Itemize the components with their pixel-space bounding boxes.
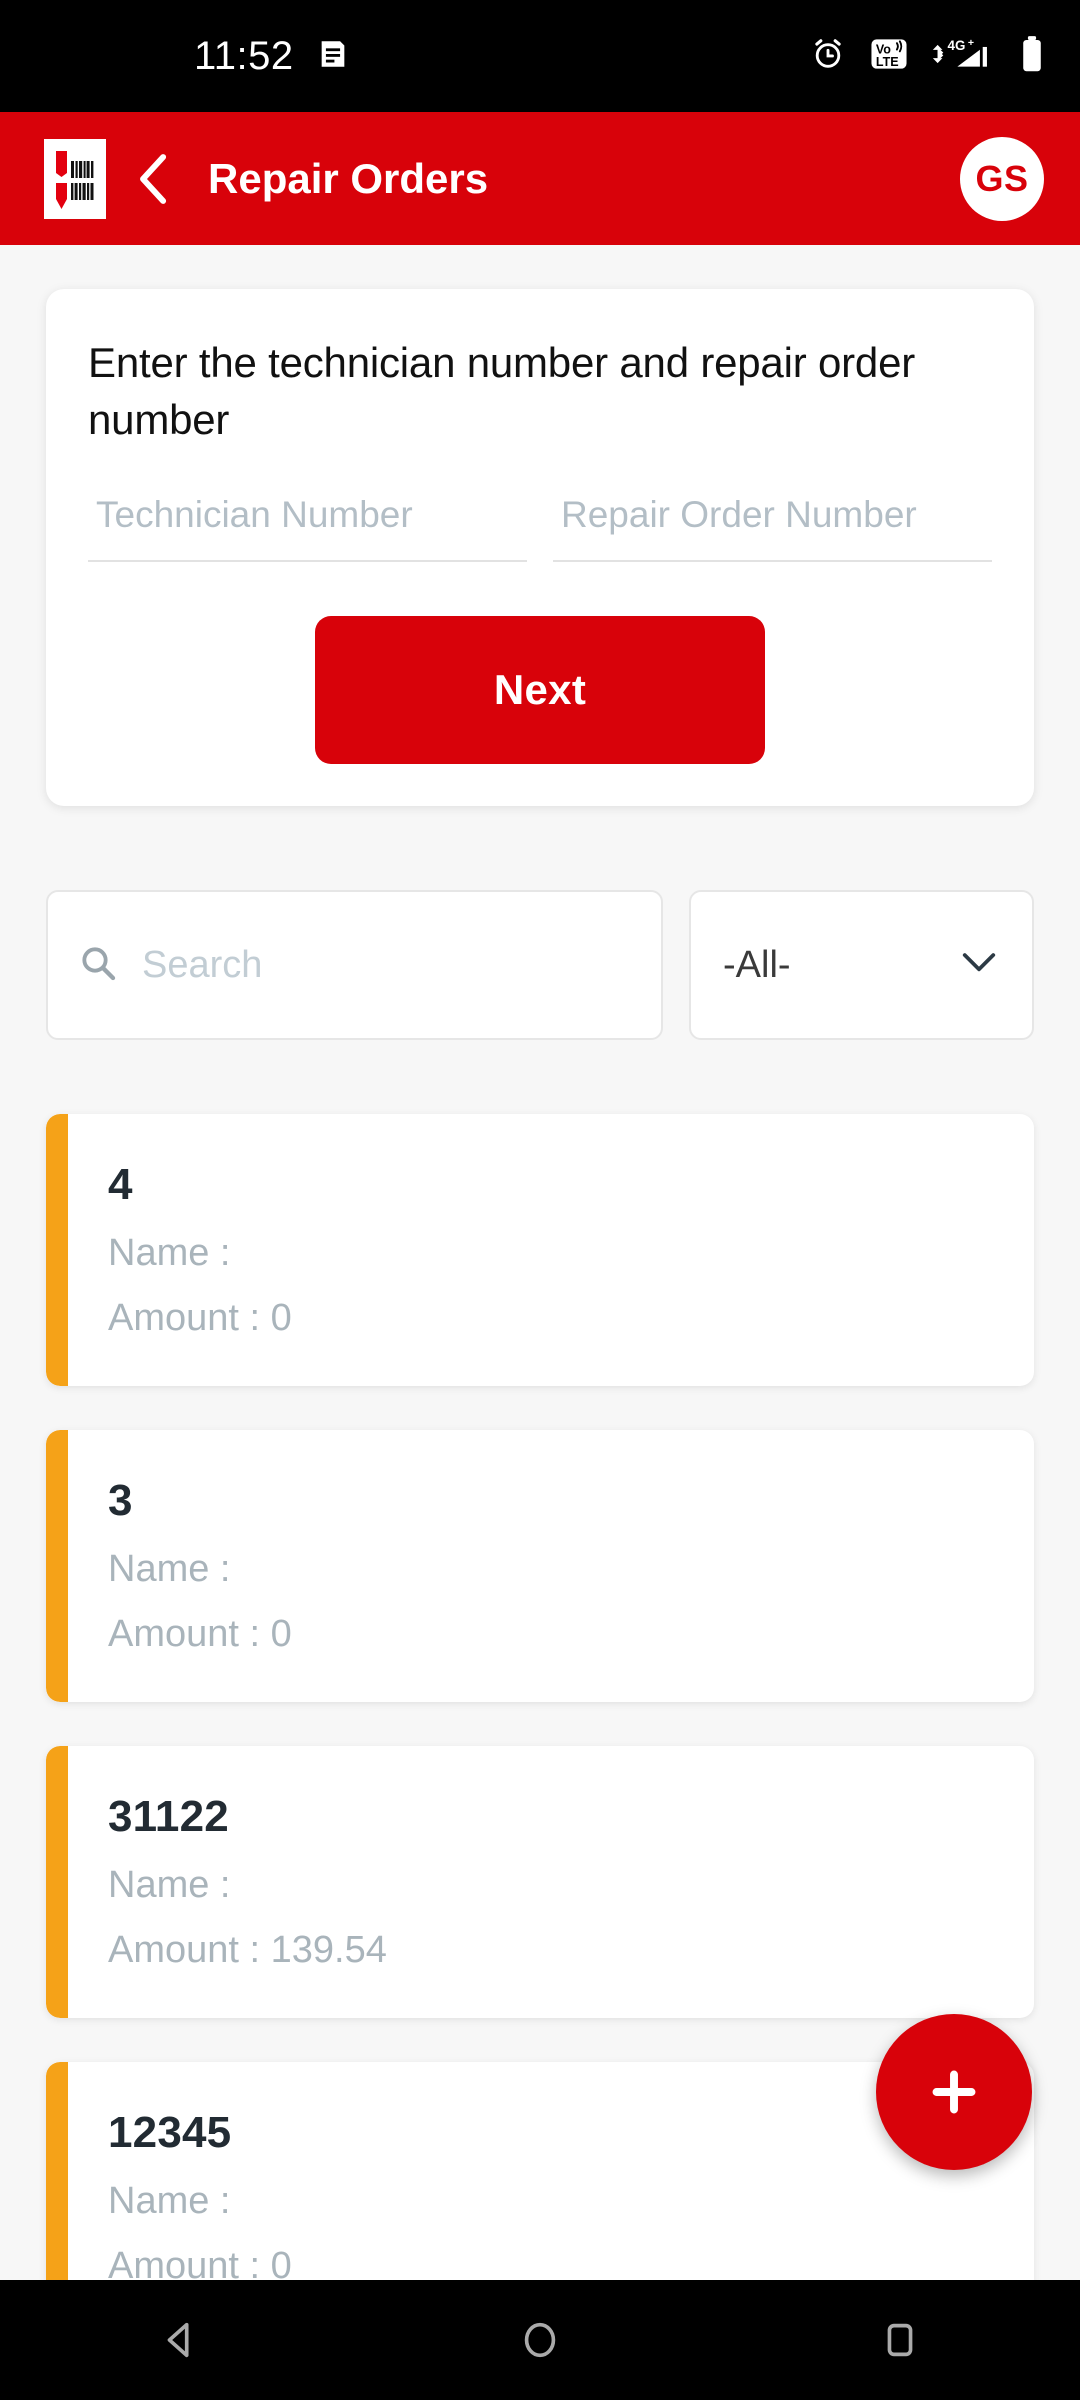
notes-icon	[316, 37, 350, 76]
order-amount: Amount : 0	[108, 2245, 292, 2280]
order-id: 12345	[108, 2108, 232, 2158]
avatar[interactable]: GS	[960, 136, 1044, 221]
order-amount: Amount : 0	[108, 1297, 292, 1340]
order-name: Name :	[108, 2180, 231, 2223]
android-nav-bar	[0, 2280, 1080, 2400]
nav-back-icon	[167, 2322, 189, 2358]
back-button[interactable]	[132, 151, 176, 207]
wurth-logo	[44, 138, 106, 219]
next-button[interactable]: Next	[315, 616, 765, 765]
order-id: 31122	[108, 1792, 229, 1842]
order-amount: Amount : 0	[108, 1613, 292, 1656]
next-button-row: Next	[88, 616, 992, 765]
order-id: 3	[108, 1476, 133, 1526]
status-bar-right: Vo LTE 4G +	[810, 35, 1046, 78]
search-input[interactable]	[142, 943, 631, 987]
repair-order-card[interactable]: 4 Name : Amount : 0	[46, 1114, 1034, 1387]
form-heading: Enter the technician number and repair o…	[88, 339, 916, 443]
repair-order-number-input[interactable]	[553, 494, 992, 545]
status-bar-left: 11:52	[194, 34, 350, 79]
status-filter-value: -All-	[723, 943, 791, 986]
chevron-down-icon	[960, 950, 998, 981]
order-amount: Amount : 139.54	[108, 1929, 387, 1972]
status-bar: 11:52 Vo LTE 4G +	[0, 0, 1080, 112]
content-area: Enter the technician number and repair o…	[0, 245, 1080, 2280]
repair-order-card[interactable]: 3 Name : Amount : 0	[46, 1430, 1034, 1703]
nav-home-icon	[524, 2322, 556, 2358]
search-icon	[78, 943, 118, 988]
status-clock: 11:52	[194, 33, 294, 78]
repair-order-number-field[interactable]	[553, 494, 992, 563]
order-name: Name :	[108, 1864, 231, 1907]
svg-text:LTE: LTE	[876, 54, 899, 68]
technician-number-field[interactable]	[88, 494, 527, 563]
repair-order-card[interactable]: 31122 Name : Amount : 139.54	[46, 1746, 1034, 2019]
order-name: Name :	[108, 1548, 231, 1591]
order-name: Name :	[108, 1232, 231, 1275]
search-box[interactable]	[46, 890, 663, 1041]
add-repair-order-fab[interactable]	[876, 2014, 1032, 2170]
status-filter-dropdown[interactable]: -All-	[689, 890, 1034, 1041]
alarm-icon	[810, 36, 846, 77]
page-title: Repair Orders	[208, 154, 489, 202]
nav-home-button[interactable]	[465, 2280, 615, 2400]
battery-icon	[1018, 35, 1046, 78]
volte-icon: Vo LTE	[870, 36, 908, 77]
plus-icon	[932, 2070, 976, 2114]
svg-text:4G: 4G	[948, 37, 966, 52]
back-chevron-icon	[140, 153, 167, 204]
nav-recents-icon	[887, 2323, 913, 2357]
nav-recents-button[interactable]	[825, 2280, 975, 2400]
search-filter-row: -All-	[46, 890, 1034, 1041]
signal-4gplus-icon: 4G +	[932, 35, 994, 78]
repair-order-form-card: Enter the technician number and repair o…	[46, 289, 1034, 807]
order-id: 4	[108, 1160, 133, 1210]
technician-number-input[interactable]	[88, 494, 527, 545]
app-bar: Repair Orders GS	[0, 112, 1080, 245]
form-field-row	[88, 494, 992, 563]
nav-back-button[interactable]	[105, 2280, 255, 2400]
svg-text:+: +	[968, 37, 974, 49]
phone-screen: 11:52 Vo LTE 4G + Repair Orders GS Enter…	[0, 0, 1080, 2400]
